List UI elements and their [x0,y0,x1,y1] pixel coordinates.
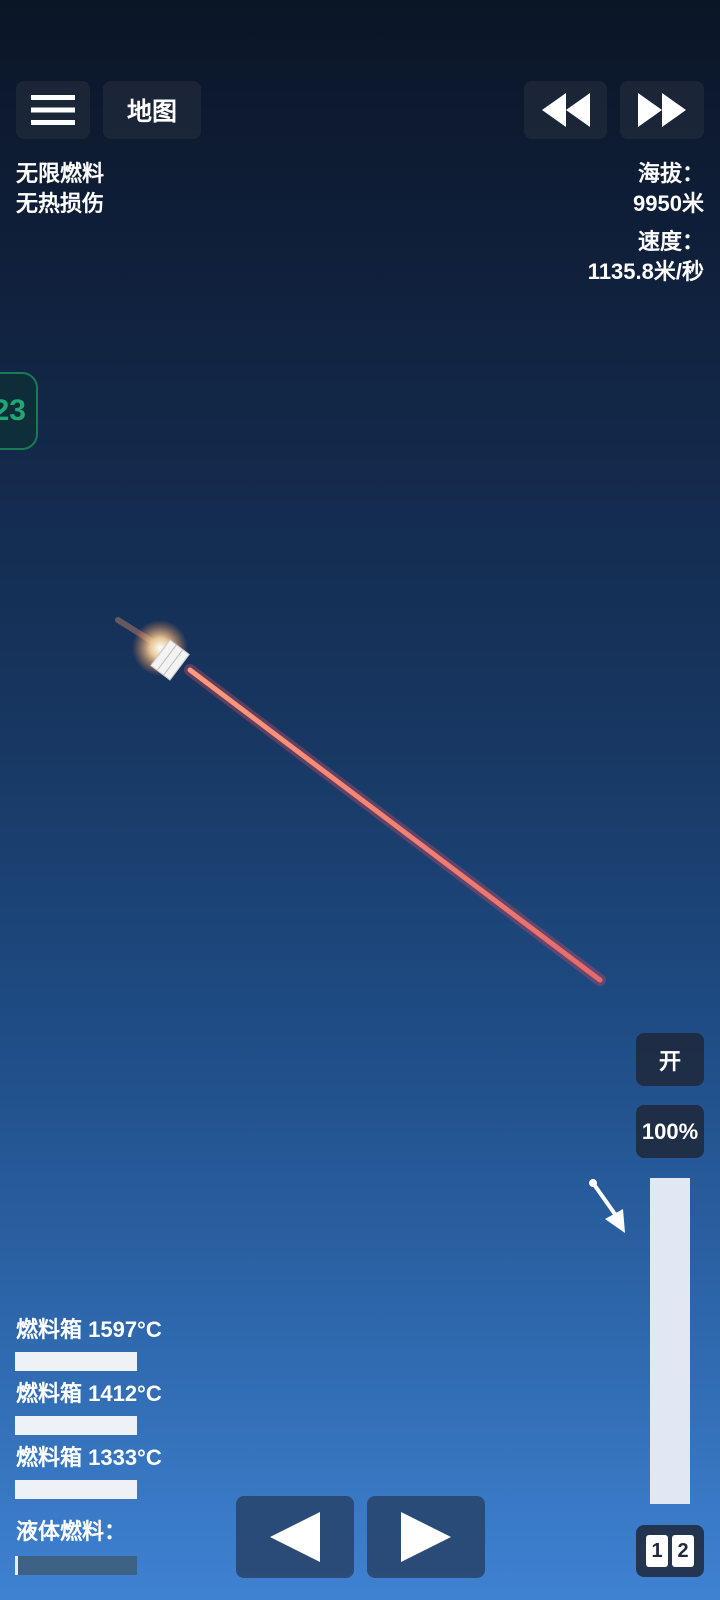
engine-toggle-button[interactable]: 开 [636,1033,704,1086]
tank-1-label: 燃料箱 1597°C [16,1317,162,1342]
triangle-right-icon [401,1512,451,1562]
exhaust-trail-core [187,667,603,983]
liquid-fuel-bar [15,1556,137,1575]
page-1[interactable]: 1 [646,1535,668,1567]
tank-3-label: 燃料箱 1333°C [16,1445,162,1470]
tank-2-bar [15,1416,137,1435]
liquid-fuel-label: 液体燃料： [16,1519,127,1544]
triangle-left-icon [270,1512,320,1562]
next-button[interactable] [367,1496,485,1578]
throttle-readout: 100% [636,1105,704,1158]
page-2[interactable]: 2 [672,1535,694,1567]
previous-button[interactable] [236,1496,354,1578]
tank-2-label: 燃料箱 1412°C [16,1381,162,1406]
throttle-pointer-icon [589,1179,625,1233]
tank-1-bar [15,1352,137,1371]
page-selector[interactable]: 1 2 [636,1525,704,1577]
throttle-slider[interactable] [650,1178,690,1504]
tank-3-bar [15,1480,137,1499]
